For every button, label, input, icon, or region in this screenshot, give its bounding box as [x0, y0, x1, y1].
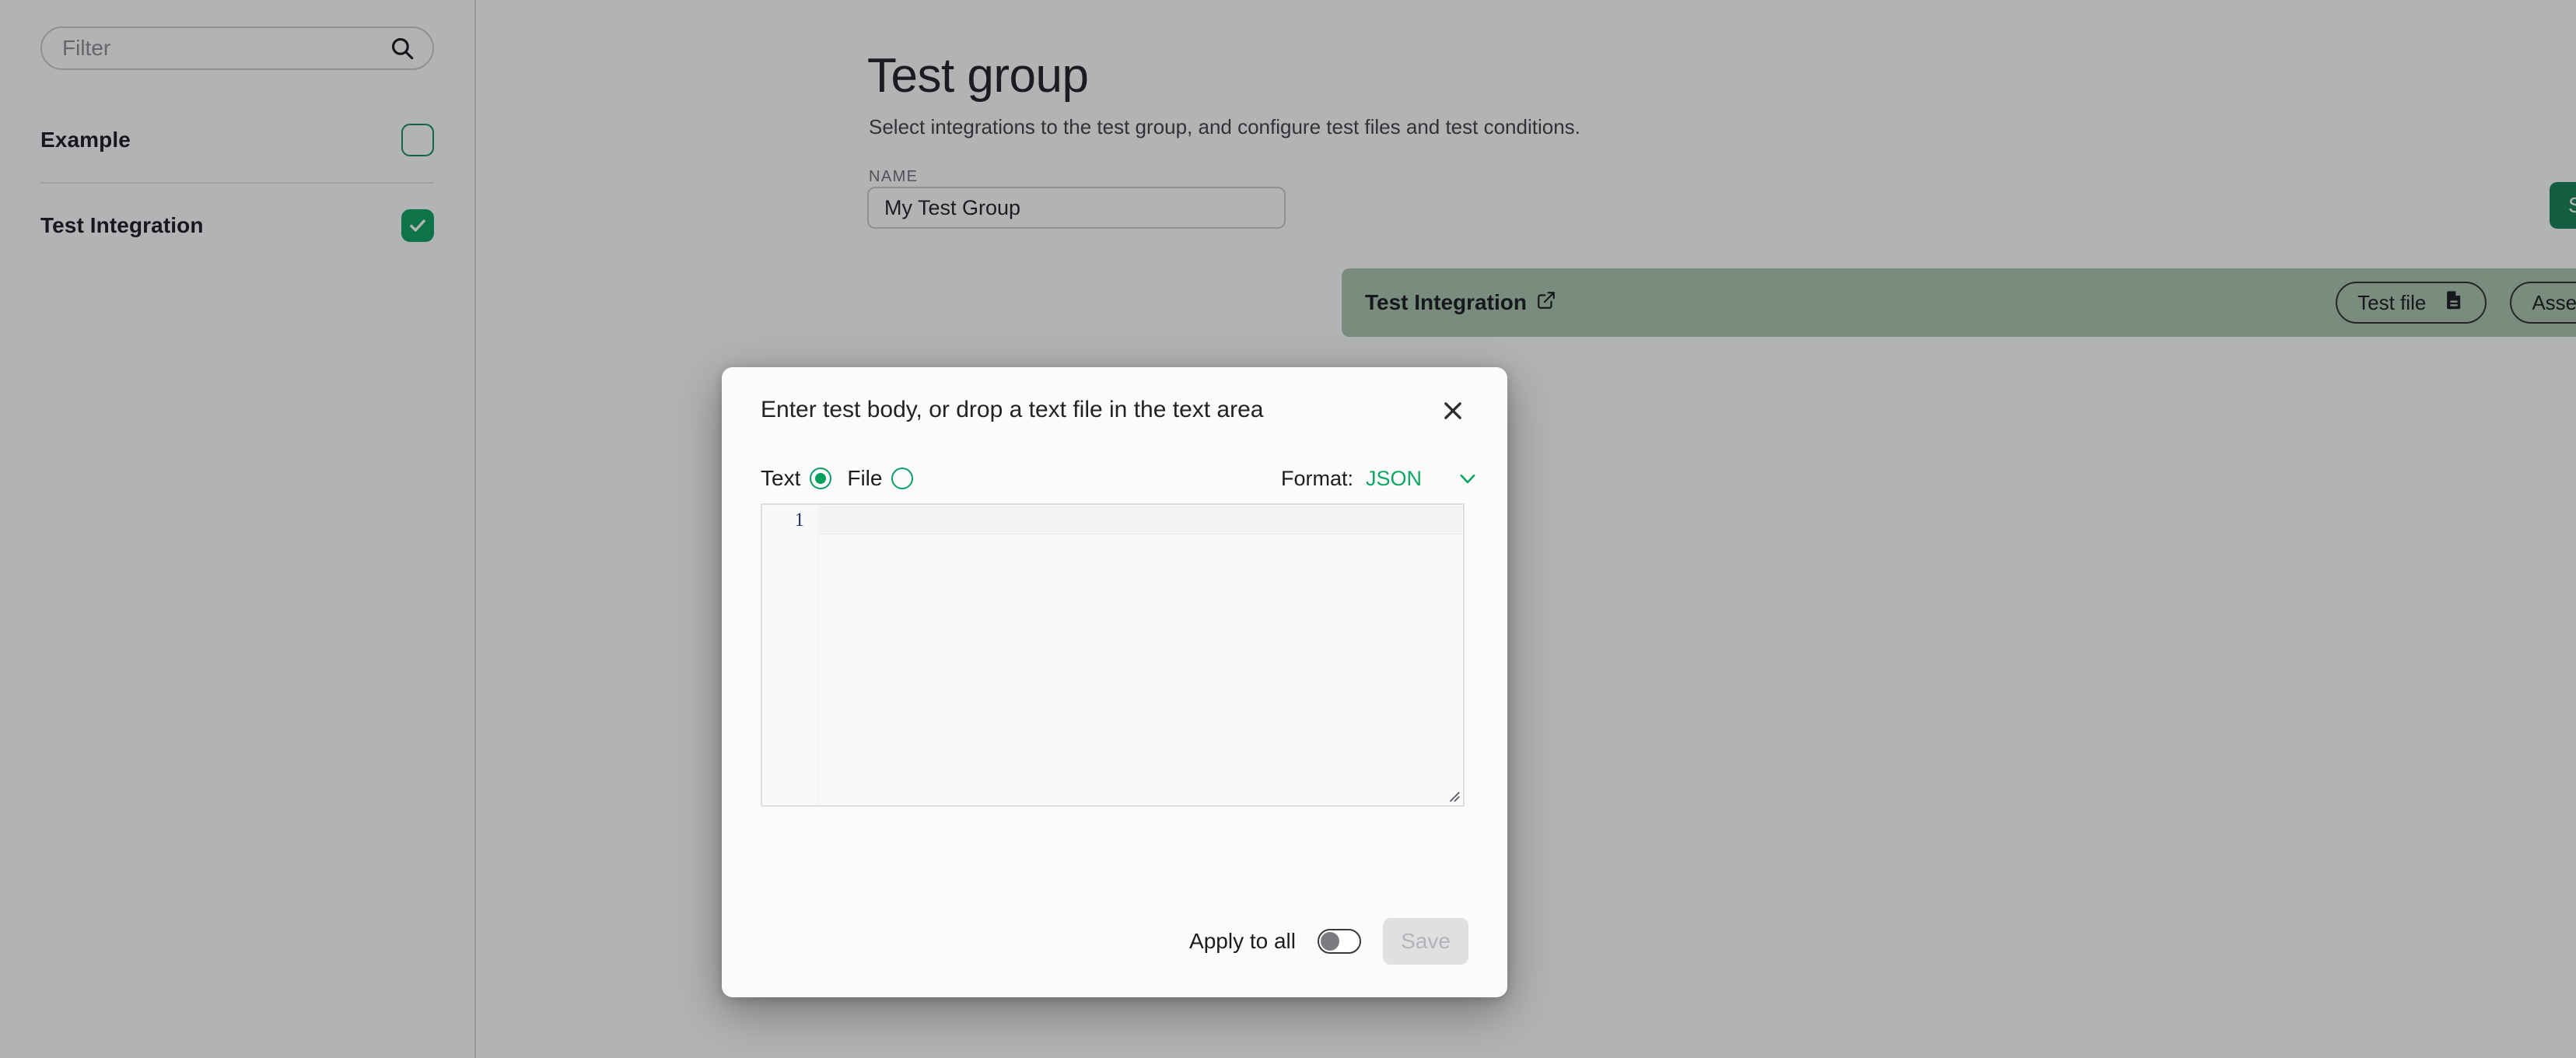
line-number: 1: [794, 510, 805, 531]
apply-to-all-label: Apply to all: [1189, 929, 1296, 953]
radio-option-file[interactable]: File: [847, 466, 914, 491]
editor-gutter: 1: [762, 505, 819, 805]
source-type-radio-group: Text File: [761, 466, 914, 491]
modal-header: Enter test body, or drop a text file in …: [722, 367, 1507, 451]
close-icon[interactable]: [1437, 395, 1468, 426]
radio-label-text: Text: [761, 466, 801, 490]
modal-controls-row: Text File Format: JSON: [722, 461, 1507, 496]
modal-save-label: Save: [1401, 929, 1451, 953]
apply-to-all-toggle[interactable]: [1318, 929, 1361, 954]
code-editor[interactable]: 1: [761, 503, 1465, 807]
toggle-knob: [1321, 932, 1339, 951]
chevron-down-icon[interactable]: [1456, 467, 1479, 490]
modal-footer: Apply to all Save: [722, 918, 1507, 965]
radio-text[interactable]: [810, 468, 832, 489]
radio-option-text[interactable]: Text: [761, 466, 832, 491]
radio-dot: [815, 473, 827, 484]
modal-save-button[interactable]: Save: [1383, 918, 1468, 965]
format-value: JSON: [1365, 466, 1422, 490]
radio-file[interactable]: [891, 468, 914, 489]
test-body-textarea[interactable]: [820, 505, 1463, 805]
test-body-modal: Enter test body, or drop a text file in …: [722, 367, 1507, 997]
resize-handle-icon[interactable]: [1441, 783, 1461, 804]
format-selector[interactable]: Format: JSON: [1281, 467, 1479, 491]
format-label: Format:: [1280, 466, 1353, 490]
radio-label-file: File: [847, 466, 883, 490]
modal-title: Enter test body, or drop a text file in …: [761, 397, 1264, 422]
